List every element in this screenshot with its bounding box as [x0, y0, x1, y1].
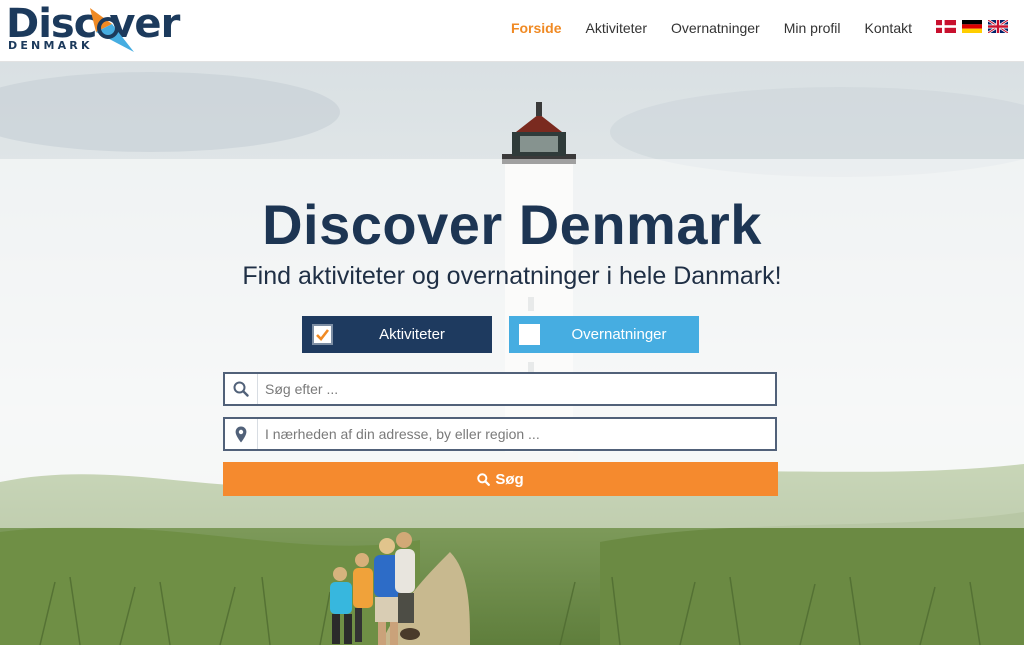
activities-toggle[interactable]: Aktiviteter	[302, 316, 492, 353]
search-button[interactable]: Søg	[223, 462, 778, 496]
search-icon	[225, 374, 258, 404]
location-field	[223, 417, 777, 451]
search-button-label: Søg	[495, 470, 524, 488]
logo-subtitle: DENMARK	[8, 39, 93, 52]
language-switcher	[930, 20, 1008, 33]
search-field	[223, 372, 777, 406]
hero-title: Discover Denmark	[262, 193, 762, 256]
main-nav: Forside Aktiviteter Overnatninger Min pr…	[487, 0, 912, 56]
accommodations-checkbox[interactable]	[519, 324, 540, 345]
search-button-icon	[477, 472, 491, 486]
search-input[interactable]	[265, 374, 765, 404]
nav-item-forside[interactable]: Forside	[511, 20, 562, 36]
checkmark-icon	[316, 329, 330, 341]
accommodations-toggle-label: Overnatninger	[571, 326, 667, 343]
uk-flag-icon[interactable]	[988, 20, 1008, 33]
site-header: Disc ver DENMARK Forside Aktiviteter Ove…	[0, 0, 1024, 62]
danish-flag-icon[interactable]	[936, 20, 956, 33]
nav-item-overnatninger[interactable]: Overnatninger	[671, 20, 760, 36]
activities-toggle-label: Aktiviteter	[379, 326, 445, 343]
accommodations-toggle[interactable]: Overnatninger	[509, 316, 699, 353]
activities-checkbox[interactable]	[312, 324, 333, 345]
german-flag-icon[interactable]	[962, 20, 982, 33]
hero-section: Discover Denmark Find aktiviteter og ove…	[0, 62, 1024, 645]
discover-denmark-logo[interactable]: Disc ver DENMARK	[6, 2, 192, 56]
nav-item-aktiviteter[interactable]: Aktiviteter	[586, 20, 647, 36]
hero-subtitle: Find aktiviteter og overnatninger i hele…	[242, 262, 782, 290]
compass-icon	[90, 8, 134, 52]
nav-item-kontakt[interactable]: Kontakt	[865, 20, 912, 36]
nav-item-min-profil[interactable]: Min profil	[784, 20, 841, 36]
map-marker-icon	[225, 419, 258, 449]
location-input[interactable]	[265, 419, 765, 449]
